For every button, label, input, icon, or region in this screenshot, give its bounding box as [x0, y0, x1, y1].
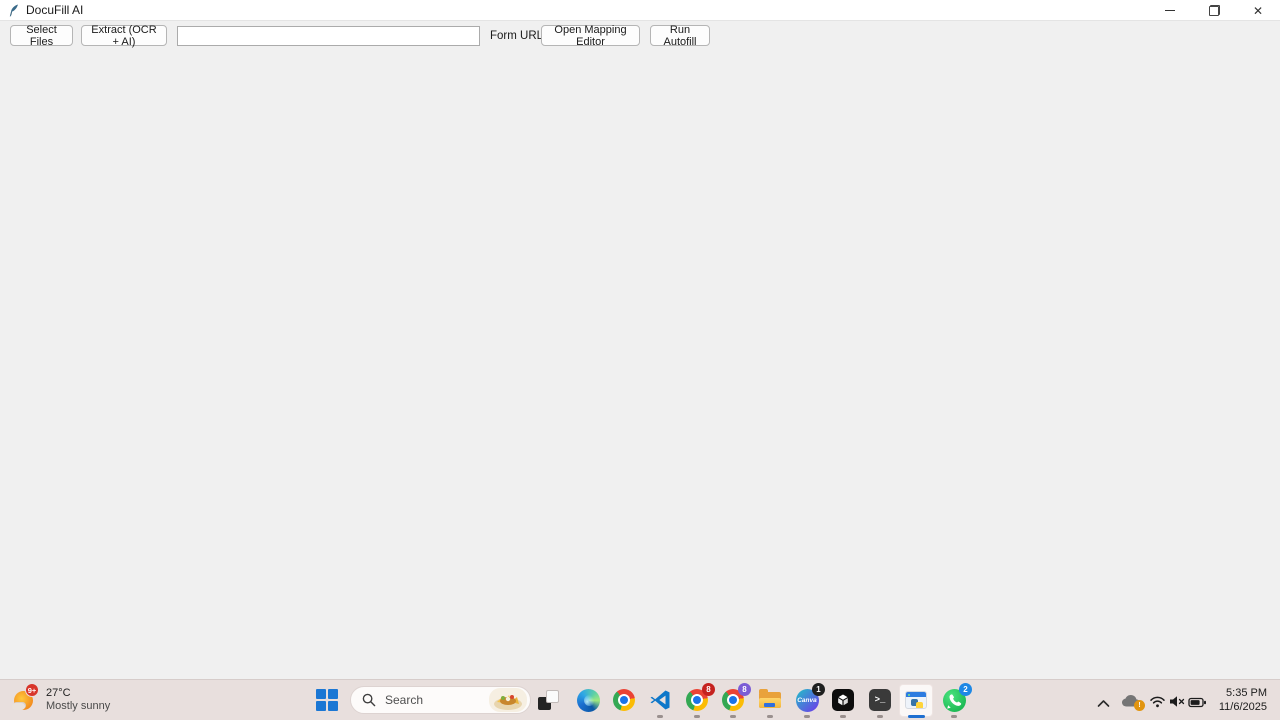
running-indicator [767, 715, 773, 718]
run-autofill-button[interactable]: Run Autofill [650, 24, 710, 48]
running-indicator [804, 715, 810, 718]
wifi-icon [1150, 696, 1165, 708]
onedrive-warning-badge: ! [1134, 700, 1145, 711]
restore-button[interactable] [1192, 0, 1236, 21]
tray-show-hidden-icons[interactable] [1097, 695, 1110, 713]
start-button[interactable] [316, 689, 338, 711]
chrome-icon [613, 689, 635, 711]
notification-badge: 8 [702, 683, 715, 696]
taskbar-item-chrome[interactable] [612, 688, 636, 712]
tray-battery[interactable] [1188, 695, 1207, 713]
titlebar: DocuFill AI ✕ [0, 0, 1280, 21]
taskbar-item-file-explorer[interactable] [758, 688, 782, 712]
form-url-input[interactable] [177, 26, 480, 46]
notification-badge: 8 [738, 683, 751, 696]
running-indicator [730, 715, 736, 718]
minimize-icon [1165, 10, 1175, 11]
taskbar-item-dark-cube-app[interactable] [831, 688, 855, 712]
taskbar-item-chrome-profile2[interactable]: 8 [721, 683, 751, 712]
terminal-icon: >_ [869, 689, 891, 711]
running-indicator [951, 715, 957, 718]
minimize-button[interactable] [1148, 0, 1192, 21]
app-canvas [0, 52, 1280, 679]
restore-icon [1208, 5, 1220, 16]
window-title: DocuFill AI [26, 3, 84, 17]
running-indicator [657, 715, 663, 718]
notification-badge: 2 [959, 683, 972, 696]
clock-time: 5:35 PM [1226, 687, 1267, 699]
tray-clock[interactable]: 5:35 PM 11/6/2025 [1219, 687, 1267, 714]
extract-ocr-ai-button[interactable]: Extract (OCR + AI) [81, 24, 167, 48]
window-controls: ✕ [1148, 0, 1280, 21]
volume-mute-icon [1170, 696, 1185, 707]
clock-date: 11/6/2025 [1218, 700, 1267, 713]
taskbar-item-chrome-profile1[interactable]: 8 [685, 683, 715, 712]
chevron-up-icon [1097, 700, 1110, 707]
vscode-icon [650, 690, 670, 710]
search-highlight-image [489, 688, 527, 712]
windows-logo-icon [316, 689, 326, 699]
taskbar-item-docufill-python-app[interactable] [904, 688, 928, 712]
tray-volume-muted[interactable] [1169, 695, 1186, 713]
open-mapping-editor-button[interactable]: Open Mapping Editor [541, 24, 640, 48]
notification-badge: 1 [812, 683, 825, 696]
select-files-button[interactable]: Select Files [10, 24, 73, 48]
taskbar-search[interactable]: Search [350, 686, 531, 714]
taskbar-item-edge[interactable] [576, 688, 600, 712]
weather-widget[interactable]: 9+ 27°C Mostly sunny [12, 682, 172, 718]
taskbar [0, 679, 1280, 720]
edge-icon [576, 688, 600, 712]
weather-sun-icon: 9+ [12, 683, 42, 715]
search-placeholder: Search [385, 693, 424, 707]
python-window-icon [905, 691, 927, 709]
toolbar: Select Files Extract (OCR + AI) Form URL… [0, 22, 1280, 52]
close-button[interactable]: ✕ [1236, 0, 1280, 21]
search-icon [362, 693, 376, 707]
close-icon: ✕ [1252, 3, 1264, 18]
battery-icon [1188, 697, 1206, 708]
running-indicator [840, 715, 846, 718]
active-running-indicator [908, 715, 925, 718]
weather-condition: Mostly sunny [46, 700, 111, 712]
weather-alert-badge: 9+ [25, 683, 39, 697]
tray-onedrive[interactable]: ! [1120, 693, 1145, 711]
tray-wifi[interactable] [1149, 695, 1166, 713]
form-url-label: Form URL [490, 30, 544, 42]
tk-feather-icon [9, 4, 19, 17]
taskbar-item-canva[interactable]: Canva 1 [795, 683, 825, 712]
running-indicator [877, 715, 883, 718]
taskbar-item-whatsapp[interactable]: 2 [942, 683, 972, 712]
taskbar-item-terminal[interactable]: >_ [868, 688, 892, 712]
running-indicator [694, 715, 700, 718]
task-view-button[interactable] [537, 688, 561, 712]
taskbar-item-vscode[interactable] [648, 688, 672, 712]
weather-temperature: 27°C [46, 687, 71, 699]
